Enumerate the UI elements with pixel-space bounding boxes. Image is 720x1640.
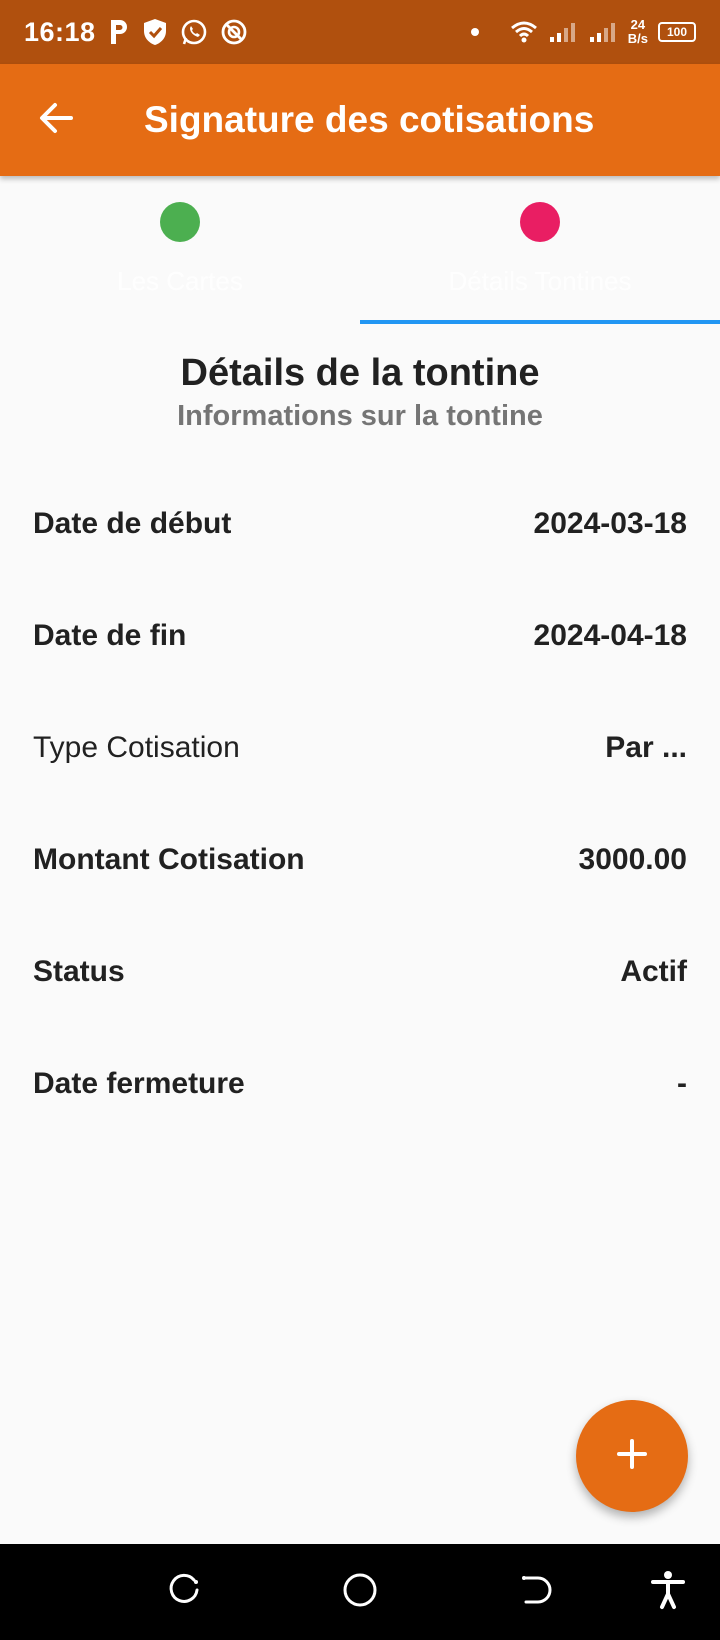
tab-label: Les Cartes	[117, 266, 243, 296]
detail-row-montant-cotisation: Montant Cotisation 3000.00	[0, 804, 720, 916]
shield-icon	[142, 18, 168, 46]
status-time: 16:18	[24, 16, 96, 47]
arrow-back-icon	[38, 100, 74, 141]
detail-row-date-debut: Date de début 2024-03-18	[0, 468, 720, 580]
detail-row-type-cotisation: Type Cotisation Par ...	[0, 692, 720, 804]
detail-value: 2024-04-18	[533, 619, 687, 652]
tab-details-tontines[interactable]: Détails Tontines	[360, 176, 720, 324]
net-speed: 24 B/s	[628, 18, 648, 46]
section-title: Détails de la tontine	[180, 352, 540, 394]
system-nav-bar	[0, 1544, 720, 1640]
system-status-icons: 24 B/s 100	[470, 18, 696, 46]
tab-dot-green	[160, 202, 200, 242]
accessibility-icon	[650, 1570, 686, 1615]
battery-icon: 100	[658, 22, 696, 42]
detail-label: Date de fin	[33, 619, 187, 652]
signal-icon-2	[588, 20, 618, 44]
detail-label: Date de début	[33, 507, 232, 540]
net-speed-unit: B/s	[627, 31, 648, 46]
detail-row-date-fin: Date de fin 2024-04-18	[0, 580, 720, 692]
home-circle-icon	[341, 1571, 379, 1614]
accessibility-button[interactable]	[644, 1568, 692, 1616]
detail-value: Par ...	[605, 731, 687, 764]
page-title: Signature des cotisations	[144, 99, 595, 140]
tab-bar: Les Cartes Détails Tontines	[0, 176, 720, 324]
screen: 16:18 24 B/s 100 Signature des cotisatio…	[0, 0, 720, 1640]
blocked-circle-icon	[220, 18, 248, 46]
tab-indicator	[360, 320, 720, 324]
detail-value: Actif	[620, 955, 687, 988]
detail-value: -	[677, 1067, 687, 1100]
tab-label: Détails Tontines	[448, 266, 632, 296]
section-subtitle: Informations sur la tontine	[177, 400, 543, 432]
nav-back-button[interactable]	[512, 1568, 560, 1616]
notification-icons	[108, 18, 248, 46]
details-list: Date de début 2024-03-18 Date de fin 202…	[0, 468, 720, 1140]
tab-les-cartes[interactable]: Les Cartes	[0, 176, 360, 324]
detail-value: 3000.00	[578, 843, 687, 876]
detail-label: Date fermeture	[33, 1067, 245, 1100]
status-bar: 16:18 24 B/s 100	[0, 0, 720, 64]
back-button[interactable]	[0, 64, 112, 176]
net-speed-value: 24	[630, 17, 646, 32]
parking-app-icon	[108, 18, 130, 46]
recent-apps-icon	[166, 1572, 202, 1613]
home-button[interactable]	[336, 1568, 384, 1616]
add-button[interactable]	[576, 1400, 688, 1512]
detail-label: Type Cotisation	[33, 731, 240, 764]
dot-icon	[470, 27, 480, 37]
detail-row-date-fermeture: Date fermeture -	[0, 1028, 720, 1140]
recent-apps-button[interactable]	[160, 1568, 208, 1616]
signal-icon	[548, 20, 578, 44]
whatsapp-icon	[180, 18, 208, 46]
nav-back-icon	[518, 1572, 554, 1613]
plus-icon	[615, 1437, 649, 1476]
detail-label: Status	[33, 955, 125, 988]
wifi-icon	[510, 20, 538, 44]
tab-dot-pink	[520, 202, 560, 242]
detail-row-status: Status Actif	[0, 916, 720, 1028]
detail-value: 2024-03-18	[533, 507, 687, 540]
battery-level: 100	[666, 25, 688, 39]
app-bar: Signature des cotisations	[0, 64, 720, 176]
detail-label: Montant Cotisation	[33, 843, 305, 876]
